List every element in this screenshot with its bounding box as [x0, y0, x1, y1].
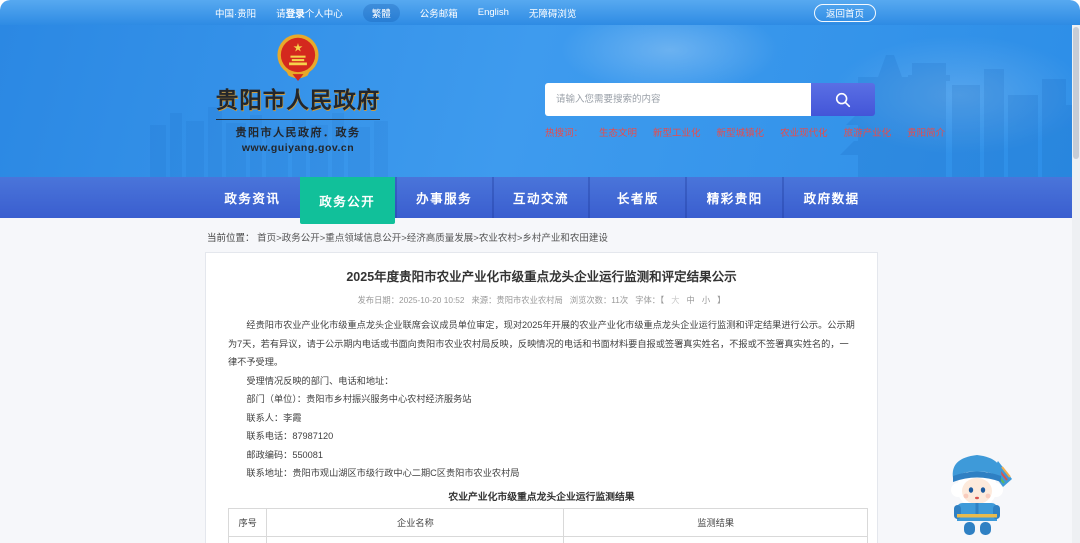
table-title: 农业产业化市级重点龙头企业运行监测结果	[448, 491, 635, 503]
col-header-company: 企业名称	[266, 507, 565, 537]
breadcrumb: 当前位置： 首页>政务公开>重点领域信息公开>经济高质量发展>农业农村>乡村产业…	[207, 230, 608, 244]
nav-item-zhengwu-gongkai[interactable]: 政务公开	[299, 177, 395, 224]
font-size-medium-button[interactable]: 中	[687, 294, 695, 306]
search-area: 热搜词： 生态文明 新型工业化 新型城镇化 农业现代化 旅游产业化 贵阳简介	[545, 83, 945, 139]
search-input[interactable]	[545, 83, 811, 116]
site-url: www.guiyang.gov.cn	[241, 142, 355, 154]
breadcrumb-label: 当前位置：	[207, 233, 255, 244]
svg-text:★: ★	[293, 42, 303, 55]
monitor-result-table: 序号 企业名称 监测结果 1 贵州合力超市采购有限公司 合格 2 贵州友禾种业有…	[227, 507, 868, 543]
paragraph: 经贵阳市农业产业化市级重点龙头企业联席会议成员单位审定，现对2025年开展的农业…	[228, 320, 855, 367]
main-nav-bar: 政务资讯 政务公开 办事服务 互动交流 长者版 精彩贵阳 政府数据	[0, 177, 1080, 224]
mascot-assistant[interactable]	[941, 446, 1015, 538]
topbar-links: 中国·贵阳 请登录个人中心 繁體 公务邮箱 English 无障碍浏览	[215, 3, 577, 22]
nav-item-hudong-jiaoliu[interactable]: 互动交流	[491, 177, 589, 218]
view-count: 浏览次数：11次	[569, 295, 629, 305]
official-mail-link[interactable]: 公务邮箱	[420, 6, 458, 20]
search-button[interactable]	[811, 83, 875, 116]
font-size-label: 字体：【	[635, 295, 665, 305]
hot-search-label: 热搜词：	[545, 128, 584, 139]
paragraph: 联系地址：贵阳市观山湖区市级行政中心二期C区贵阳市农业农村局	[246, 468, 520, 478]
article-card: 2025年度贵阳市农业产业化市级重点龙头企业运行监测和评定结果公示 发布日期：2…	[205, 252, 878, 543]
traditional-chinese-link[interactable]: 繁體	[362, 3, 400, 22]
browser-scrollbar	[1072, 25, 1080, 543]
back-to-home-button[interactable]: 返回首页	[813, 4, 876, 22]
paragraph: 部门（单位）：贵阳市乡村振兴服务中心农村经济服务站	[246, 394, 472, 404]
font-size-large-button[interactable]: 大	[671, 294, 679, 306]
english-link[interactable]: English	[478, 7, 509, 18]
search-box	[545, 83, 905, 116]
cell-company: 贵州合力超市采购有限公司	[266, 535, 565, 543]
nav-item-banshi-fuwu[interactable]: 办事服务	[394, 177, 492, 218]
col-header-result: 监测结果	[563, 507, 868, 537]
paragraph: 联系人：李霞	[246, 412, 302, 423]
paragraph: 受理情况反映的部门、电话和地址：	[246, 375, 394, 386]
nav-item-zhangzheban[interactable]: 长者版	[588, 177, 685, 218]
region-label: 中国·贵阳	[215, 8, 257, 20]
hot-search-row: 热搜词： 生态文明 新型工业化 新型城镇化 农业现代化 旅游产业化 贵阳简介	[545, 125, 945, 139]
nav-item-jingcai-guiyang[interactable]: 精彩贵阳	[685, 177, 782, 218]
site-logo[interactable]: ★ 贵阳市人民政府 贵阳市人民政府．政务 www.guiyang.gov.cn	[212, 33, 384, 154]
paragraph: 联系电话：87987120	[246, 431, 334, 441]
site-title: 贵阳市人民政府	[215, 88, 381, 113]
nav-item-zhengfu-shuju[interactable]: 政府数据	[782, 177, 879, 218]
font-size-label-close: 】	[717, 295, 726, 305]
national-emblem-icon: ★	[277, 34, 319, 81]
page: 中国·贵阳 请登录个人中心 繁體 公务邮箱 English 无障碍浏览 返回首页	[0, 0, 1080, 543]
top-utility-bar: 中国·贵阳 请登录个人中心 繁體 公务邮箱 English 无障碍浏览 返回首页	[0, 0, 1080, 25]
search-icon	[835, 92, 851, 107]
scrollbar-thumb[interactable]	[1073, 27, 1079, 159]
breadcrumb-path[interactable]: 首页>政务公开>重点领域信息公开>经济高质量发展>农业农村>乡村产业和农田建设	[257, 233, 608, 244]
article-meta: 发布日期：2025-10-20 10:52 来源：贵阳市农业农村局 浏览次数：1…	[228, 294, 855, 306]
main-nav: 政务资讯 政务公开 办事服务 互动交流 长者版 精彩贵阳 政府数据	[205, 177, 879, 224]
table-row: 1 贵州合力超市采购有限公司 合格	[227, 535, 868, 543]
site-subtitle: 贵阳市人民政府．政务	[216, 119, 380, 140]
hot-search-item[interactable]: 农业现代化	[780, 125, 828, 139]
article-title: 2025年度贵阳市农业产业化市级重点龙头企业运行监测和评定结果公示	[346, 270, 737, 284]
cell-result: 合格	[563, 535, 868, 543]
table-header-row: 序号 企业名称 监测结果	[227, 507, 868, 537]
login-link[interactable]: 请登录个人中心	[276, 6, 343, 20]
accessibility-link[interactable]: 无障碍浏览	[529, 6, 577, 20]
col-header-index: 序号	[227, 507, 268, 537]
paragraph: 邮政编码：550081	[246, 449, 323, 460]
source: 来源：贵阳市农业农村局	[471, 295, 563, 305]
publish-date: 发布日期：2025-10-20 10:52	[357, 295, 465, 305]
cell-index: 1	[227, 535, 268, 543]
hot-search-item[interactable]: 旅游产业化	[844, 125, 892, 139]
hot-search-item[interactable]: 新型工业化	[653, 125, 701, 139]
hot-search-item[interactable]: 新型城镇化	[717, 125, 765, 139]
site-header: ★ 贵阳市人民政府 贵阳市人民政府．政务 www.guiyang.gov.cn	[0, 25, 1080, 177]
hot-search-item[interactable]: 生态文明	[599, 125, 637, 139]
nav-item-zhengwu-zixun[interactable]: 政务资讯	[205, 177, 300, 218]
city-skyline-decoration	[150, 55, 1080, 177]
hot-search-item[interactable]: 贵阳简介	[907, 125, 945, 139]
article-body: 经贵阳市农业产业化市级重点龙头企业联席会议成员单位审定，现对2025年开展的农业…	[228, 316, 855, 483]
font-size-small-button[interactable]: 小	[702, 294, 710, 306]
